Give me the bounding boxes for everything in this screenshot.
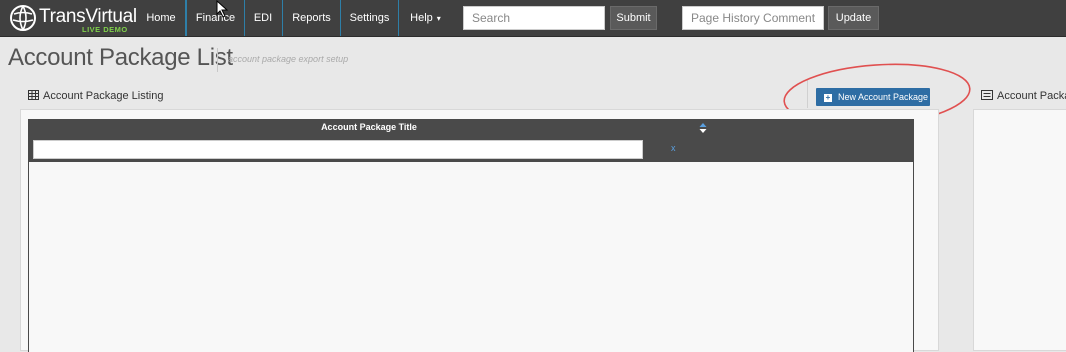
top-navbar: TransVirtual LIVE DEMO Home Finance EDI … — [0, 0, 1066, 37]
nav-item-settings[interactable]: Settings — [341, 0, 399, 36]
nav-item-home[interactable]: Home — [137, 0, 186, 36]
table-icon — [28, 90, 39, 100]
submit-button[interactable]: Submit — [610, 6, 657, 30]
transvirtual-logo[interactable]: TransVirtual LIVE DEMO — [8, 4, 137, 34]
column-header-account-package-title[interactable]: Account Package Title — [28, 119, 710, 136]
globe-icon — [10, 5, 36, 31]
nav-item-settings-label: Settings — [349, 12, 390, 24]
sort-icon[interactable] — [699, 123, 707, 133]
search-input[interactable] — [463, 6, 605, 30]
table-filter-row: x — [28, 136, 914, 162]
list-alt-icon — [981, 90, 993, 100]
detail-panel-heading-label: Account Packa — [997, 90, 1066, 102]
nav-item-reports-label: Reports — [292, 12, 331, 24]
update-button[interactable]: Update — [828, 6, 879, 30]
clear-filter-button[interactable]: x — [671, 143, 676, 153]
nav-item-help[interactable]: Help ▾ — [399, 0, 452, 36]
detail-panel — [973, 109, 1066, 351]
nav-item-help-label: Help — [410, 12, 433, 24]
logo-tagline: LIVE DEMO — [82, 25, 128, 34]
title-divider — [217, 48, 218, 72]
nav-item-edi-label: EDI — [253, 12, 273, 24]
chevron-down-icon: ▾ — [436, 14, 441, 23]
table-body — [28, 162, 914, 352]
update-button-label: Update — [835, 12, 872, 24]
page-subtitle: account package export setup — [228, 54, 349, 64]
title-filter-input[interactable] — [33, 140, 643, 159]
nav-item-reports[interactable]: Reports — [283, 0, 341, 36]
mouse-cursor-icon — [216, 0, 229, 18]
listing-panel-heading: Account Package Listing — [28, 90, 163, 102]
nav-item-home-label: Home — [146, 12, 176, 24]
detail-panel-heading: Account Packa — [981, 90, 1066, 102]
logo-brand-prefix: Trans — [39, 6, 86, 27]
nav-item-edi[interactable]: EDI — [244, 0, 283, 36]
page-title: Account Package List — [8, 44, 233, 71]
listing-panel-heading-label: Account Package Listing — [43, 90, 164, 102]
submit-button-label: Submit — [616, 12, 651, 24]
table-header-row: Account Package Title — [28, 119, 914, 136]
page-history-comment-input[interactable] — [682, 6, 824, 30]
logo-brand-suffix: Virtual — [85, 6, 137, 27]
